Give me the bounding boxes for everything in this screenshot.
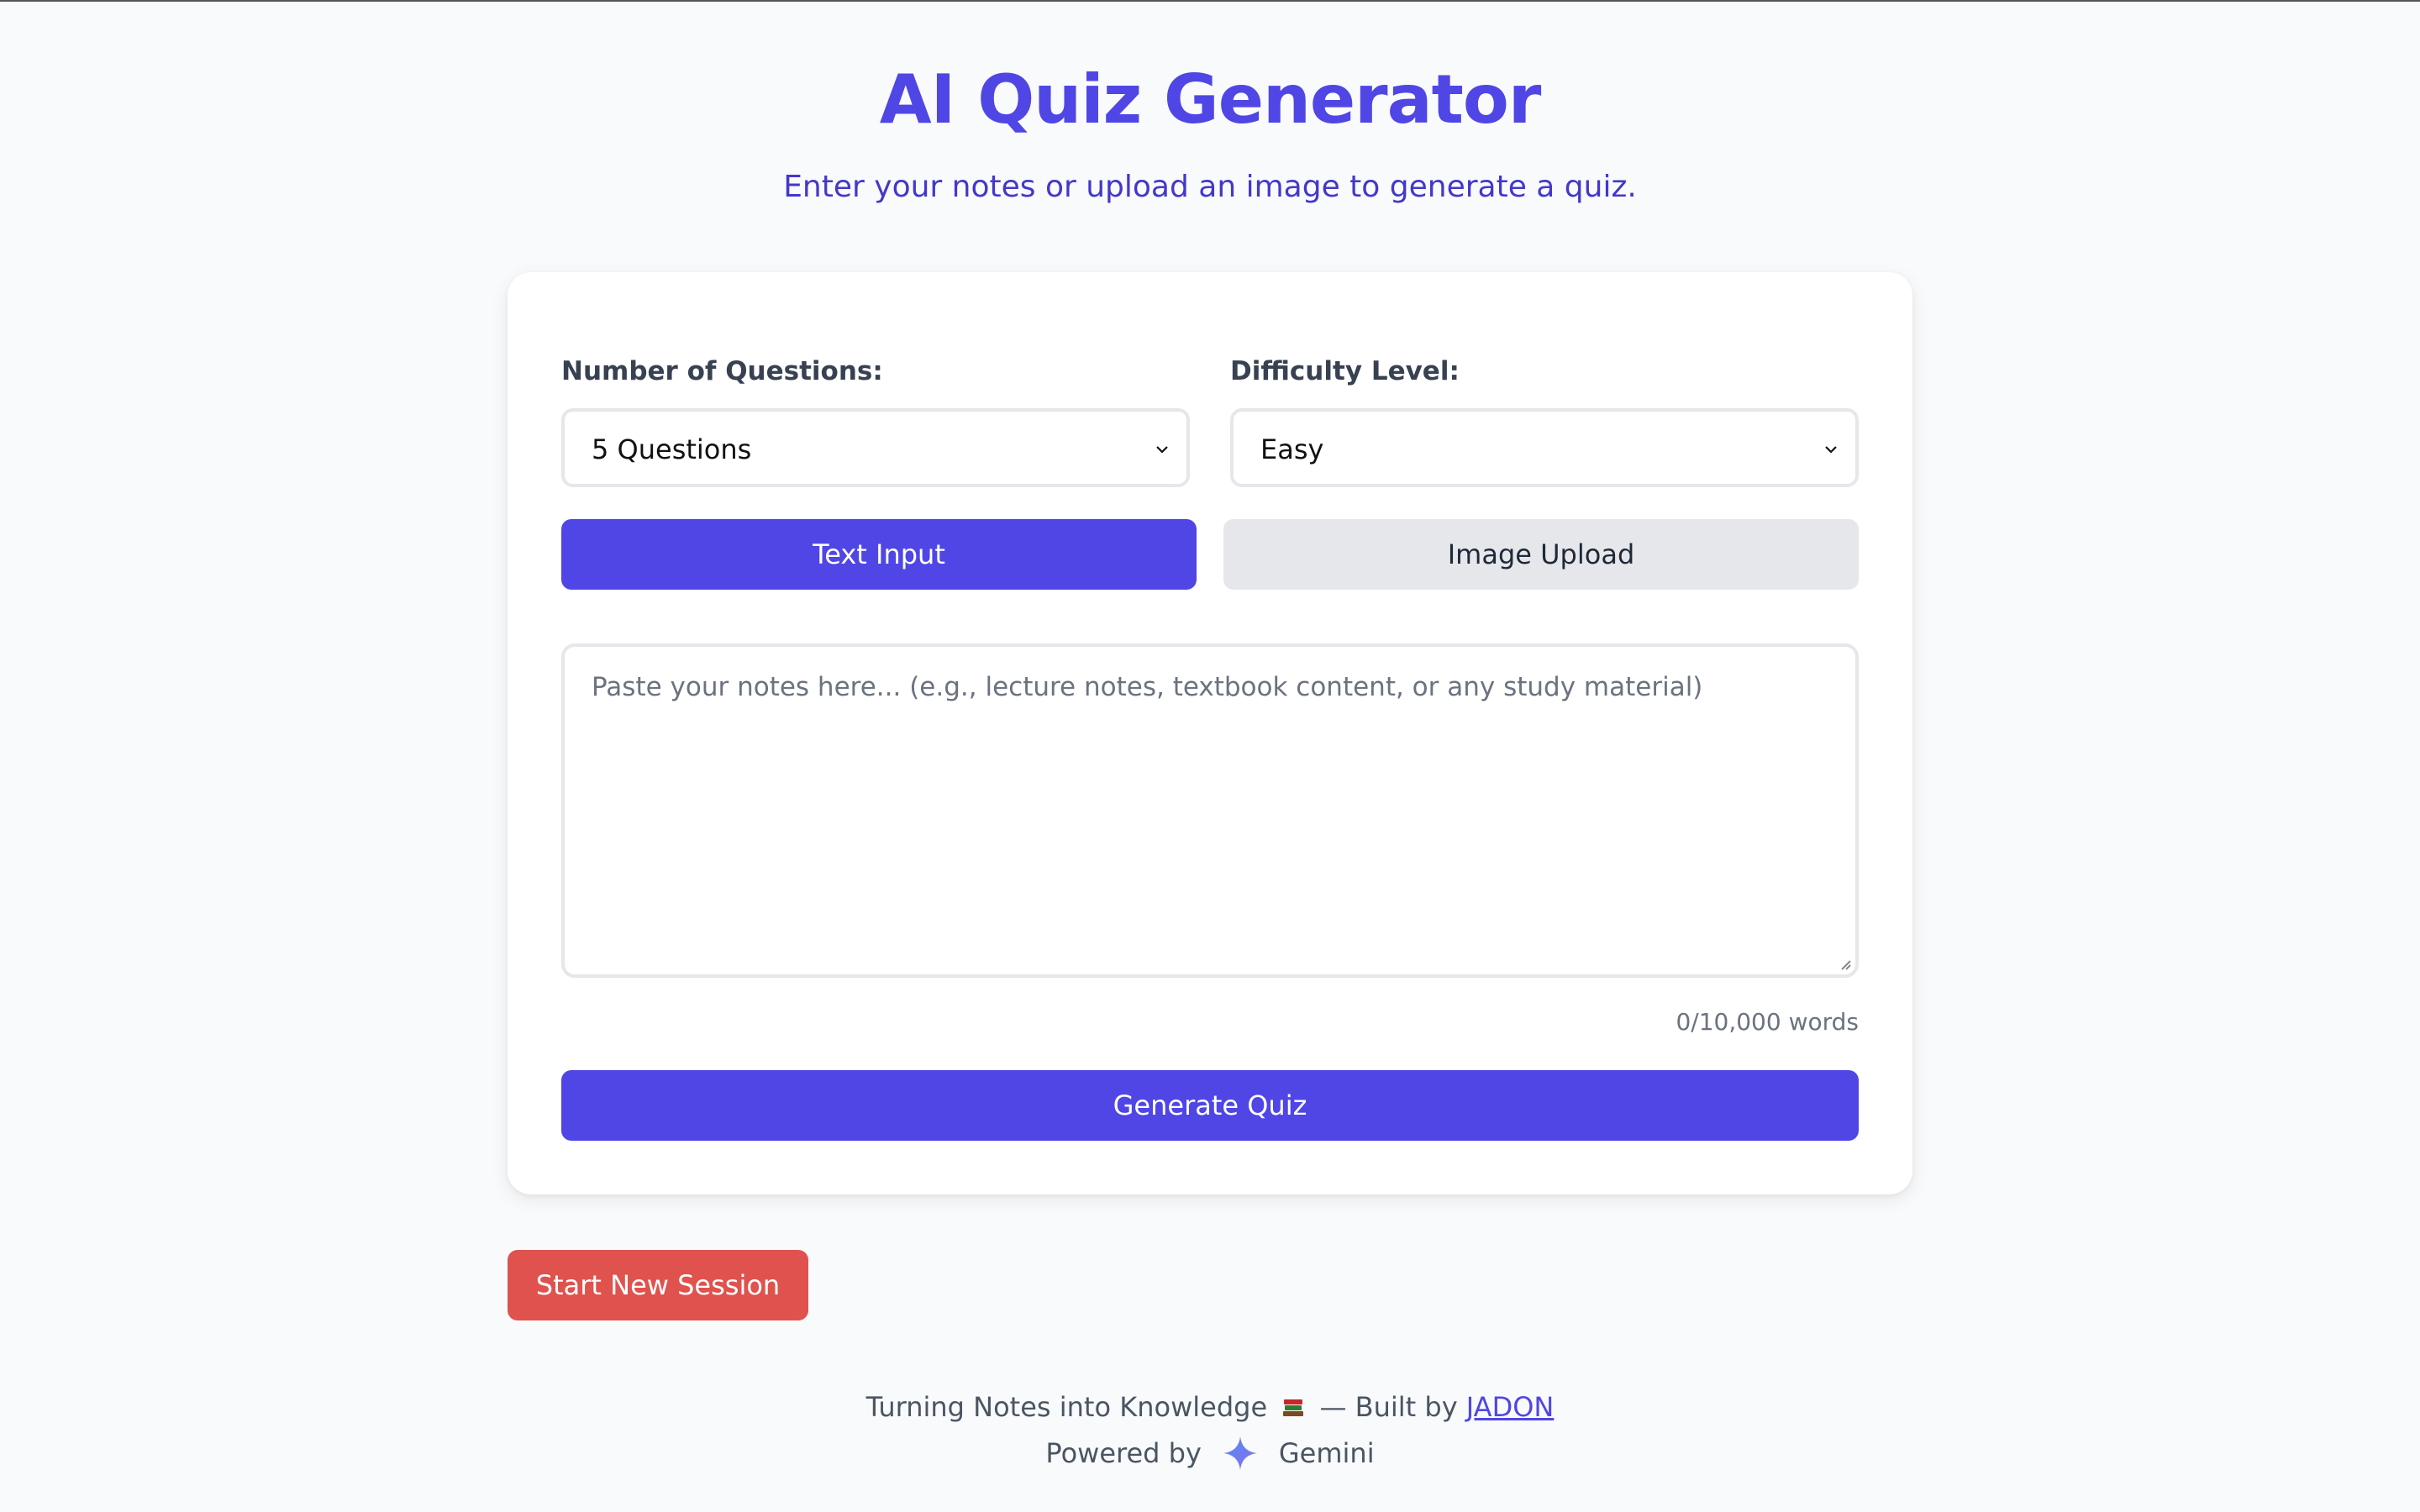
powered-by-label: Powered by	[1045, 1437, 1202, 1469]
tab-image-upload[interactable]: Image Upload	[1223, 519, 1859, 590]
difficulty-label: Difficulty Level:	[1230, 356, 1460, 386]
footer-built-by: — Built by	[1319, 1391, 1458, 1423]
books-icon	[1283, 1399, 1304, 1416]
difficulty-select[interactable]: Easy	[1230, 408, 1859, 487]
notes-textarea[interactable]: Paste your notes here... (e.g., lecture …	[561, 643, 1859, 978]
chevron-down-icon	[1156, 446, 1168, 454]
page-subtitle: Enter your notes or upload an image to g…	[783, 170, 1637, 204]
resize-grip-icon[interactable]	[1837, 956, 1852, 971]
footer-tagline-text: Turning Notes into Knowledge	[865, 1391, 1268, 1423]
questions-label: Number of Questions:	[561, 356, 883, 386]
gemini-label: Gemini	[1278, 1437, 1375, 1469]
tab-text-input[interactable]: Text Input	[561, 519, 1197, 590]
notes-placeholder: Paste your notes here... (e.g., lecture …	[592, 672, 1703, 702]
footer-powered: Powered by Gemini	[0, 1435, 2420, 1472]
top-border	[0, 0, 2420, 2]
page-title: AI Quiz Generator	[879, 60, 1542, 139]
questions-select-value: 5 Questions	[592, 433, 752, 465]
generate-quiz-button[interactable]: Generate Quiz	[561, 1070, 1859, 1141]
difficulty-select-value: Easy	[1260, 433, 1324, 465]
start-new-session-button[interactable]: Start New Session	[508, 1250, 808, 1320]
questions-select[interactable]: 5 Questions	[561, 408, 1190, 487]
quiz-form-card: Number of Questions: 5 Questions Difficu…	[508, 272, 1912, 1194]
chevron-down-icon	[1825, 446, 1837, 454]
footer-tagline: Turning Notes into Knowledge — Built by …	[0, 1391, 2420, 1423]
author-link[interactable]: JADON	[1466, 1391, 1555, 1423]
word-count: 0/10,000 words	[1676, 1008, 1859, 1036]
gemini-sparkle-icon	[1223, 1436, 1257, 1470]
